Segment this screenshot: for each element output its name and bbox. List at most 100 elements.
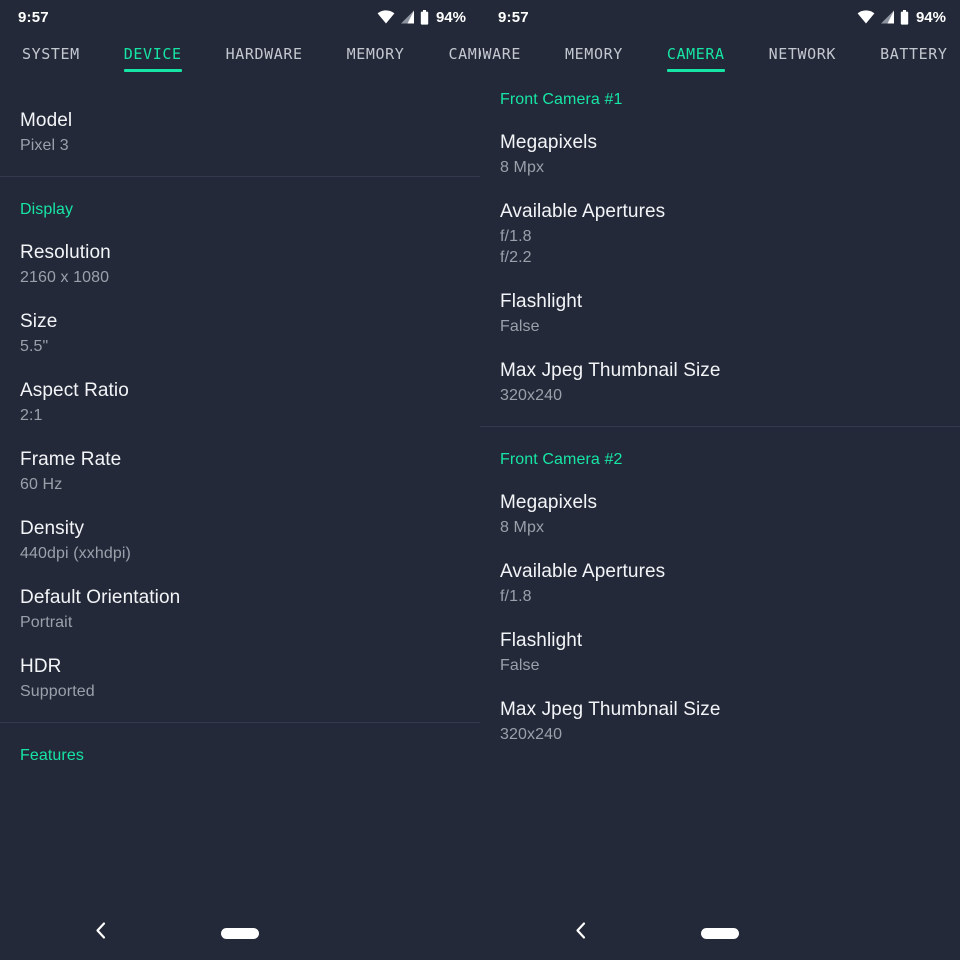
row-value: 2:1 [20,407,43,424]
row-label: Default Orientation [20,587,181,608]
tab-memory[interactable]: MEMORY [543,34,645,87]
row-label: Resolution [20,242,111,263]
tab-hardware[interactable]: HARDWARE [480,34,543,87]
row-available-apertures: Available Apertures f/1.8 f/2.2 [480,178,960,268]
battery-icon [420,9,429,25]
phone-screenshot-left: 9:57 94% SYSTEM DEVICE HARDWARE MEMORY C… [0,0,480,960]
section-general: Model Pixel 3 [0,87,480,176]
tab-bar[interactable]: HARDWARE MEMORY CAMERA NETWORK BATTERY [480,34,960,87]
row-value-multi: f/1.8 f/2.2 [500,226,940,268]
row-value: Supported [20,683,95,700]
row-label: HDR [20,656,62,677]
row-flashlight: Flashlight False [480,268,960,337]
tab-bar[interactable]: SYSTEM DEVICE HARDWARE MEMORY CAMERA HAR… [0,34,480,87]
row-value: 320x240 [500,387,563,404]
back-chevron-icon[interactable] [92,920,110,945]
row-hdr: HDR Supported [0,633,480,702]
status-clock: 9:57 [18,8,49,26]
row-label: Size [20,311,58,332]
row-model: Model Pixel 3 [0,87,480,156]
tab-battery[interactable]: BATTERY [858,34,960,87]
row-value: 60 Hz [20,476,63,493]
status-bar: 9:57 94% [0,0,480,34]
row-label: Max Jpeg Thumbnail Size [500,360,721,381]
tab-memory[interactable]: MEMORY [325,34,427,87]
tab-strip-right: HARDWARE MEMORY CAMERA NETWORK BATTERY [480,34,960,87]
tab-device[interactable]: DEVICE [102,34,204,87]
tab-system[interactable]: SYSTEM [0,34,102,87]
row-flashlight: Flashlight False [480,607,960,676]
status-icons: 94% [377,9,466,26]
navigation-bar[interactable] [0,905,480,960]
row-label: Megapixels [500,492,598,513]
status-clock: 9:57 [498,8,529,26]
tab-hardware[interactable]: HARDWARE [204,34,325,87]
battery-icon [900,9,909,25]
group-header-front-camera-2: Front Camera #2 [500,451,623,468]
row-max-jpeg-thumbnail-size: Max Jpeg Thumbnail Size 320x240 [480,676,960,745]
battery-percent: 94% [435,8,466,26]
camera-info-list[interactable]: Front Camera #1 Megapixels 8 Mpx Availab… [480,87,960,905]
navigation-bar[interactable] [480,905,960,960]
row-label: Available Apertures [500,561,666,582]
group-header-features: Features [20,747,84,764]
row-value: Portrait [20,614,73,631]
row-label: Model [20,110,73,131]
row-frame-rate: Frame Rate 60 Hz [0,426,480,495]
row-value: False [500,318,540,335]
status-icons: 94% [857,9,946,26]
row-value: f/2.2 [500,249,532,266]
row-value: f/1.8 [500,588,532,605]
back-chevron-icon[interactable] [572,920,590,945]
tab-strip-left: SYSTEM DEVICE HARDWARE MEMORY CAMERA HAR… [0,34,480,87]
section-features: Features [0,723,480,765]
row-label: Frame Rate [20,449,122,470]
row-value: False [500,657,540,674]
status-bar: 9:57 94% [480,0,960,34]
row-megapixels: Megapixels 8 Mpx [480,469,960,538]
home-pill-icon[interactable] [221,927,259,939]
row-density: Density 440dpi (xxhdpi) [0,495,480,564]
row-label: Megapixels [500,132,598,153]
row-megapixels: Megapixels 8 Mpx [480,109,960,178]
row-default-orientation: Default Orientation Portrait [0,564,480,633]
tab-camera[interactable]: CAMERA [645,34,747,87]
row-available-apertures: Available Apertures f/1.8 [480,538,960,607]
section-front-camera-2: Front Camera #2 Megapixels 8 Mpx Availab… [480,427,960,745]
row-label: Density [20,518,85,539]
row-value: 8 Mpx [500,519,545,536]
row-value: 8 Mpx [500,159,545,176]
cell-signal-icon [880,10,895,24]
row-value: 2160 x 1080 [20,269,110,286]
group-header-display: Display [20,201,74,218]
row-size: Size 5.5" [0,288,480,357]
section-front-camera-1: Front Camera #1 Megapixels 8 Mpx Availab… [480,87,960,426]
row-value: 320x240 [500,726,563,743]
wifi-icon [857,10,875,24]
row-value: 440dpi (xxhdpi) [20,545,131,562]
row-max-jpeg-thumbnail-size: Max Jpeg Thumbnail Size 320x240 [480,337,960,406]
phone-screenshot-right: 9:57 94% HARDWARE MEMORY CAMERA NETWORK [480,0,960,960]
wifi-icon [377,10,395,24]
home-pill-icon[interactable] [701,927,739,939]
row-aspect-ratio: Aspect Ratio 2:1 [0,357,480,426]
row-label: Max Jpeg Thumbnail Size [500,699,721,720]
row-value: 5.5" [20,338,49,355]
device-info-list[interactable]: Model Pixel 3 Display Resolution 2160 x … [0,87,480,905]
row-label: Available Apertures [500,201,666,222]
section-display: Display Resolution 2160 x 1080 Size 5.5"… [0,177,480,722]
row-label: Flashlight [500,291,583,312]
row-resolution: Resolution 2160 x 1080 [0,219,480,288]
group-header-front-camera-1: Front Camera #1 [500,91,623,108]
battery-percent: 94% [915,8,946,26]
tab-camera-hardware[interactable]: CAMERA HARDWARE [426,34,480,87]
dual-screenshot-container: 9:57 94% SYSTEM DEVICE HARDWARE MEMORY C… [0,0,960,960]
row-label: Aspect Ratio [20,380,129,401]
row-value: Pixel 3 [20,137,69,154]
cell-signal-icon [400,10,415,24]
row-value: f/1.8 [500,228,532,245]
tab-network[interactable]: NETWORK [747,34,858,87]
